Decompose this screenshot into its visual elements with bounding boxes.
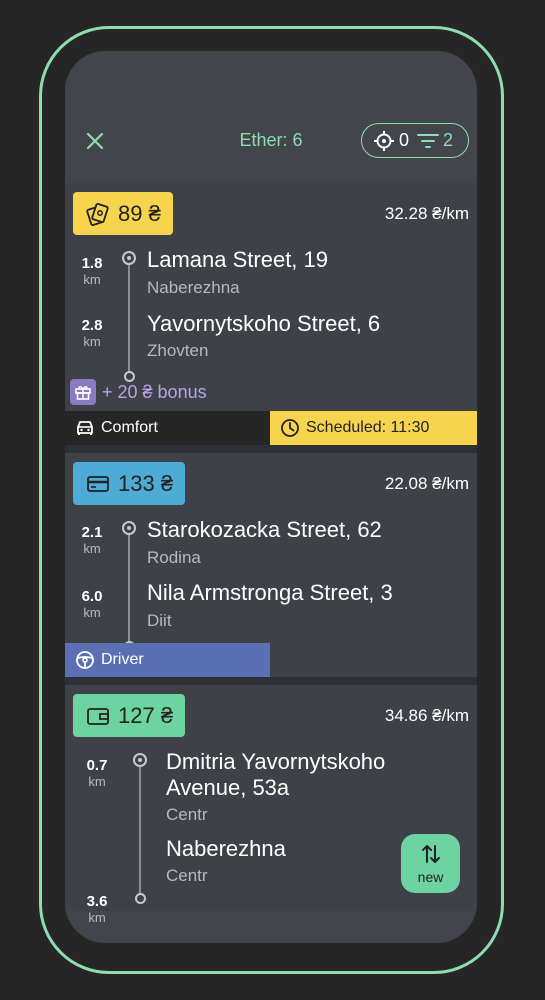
dropoff-distance: 6.0 km — [81, 588, 103, 620]
filter-pill[interactable]: 0 2 — [361, 123, 469, 158]
pickup-distance: 0.7 km — [86, 757, 108, 789]
app-screen: Ether: 6 0 2 89 ₴ 32.28 ₴/km 1.8 km 2.8 … — [65, 51, 477, 943]
new-orders-button[interactable]: new — [401, 834, 460, 893]
pickup-address: Lamana Street, 19 — [147, 247, 329, 272]
card-divider — [65, 677, 477, 685]
pickup-area: Naberezhna — [147, 278, 240, 297]
order-tags: Driver — [65, 643, 477, 677]
pickup-marker-icon — [133, 753, 147, 767]
dropoff-distance: 3.6 km — [86, 893, 108, 925]
rate-per-km: 34.86 ₴/km — [384, 706, 469, 725]
price-value: 89 ₴ — [118, 200, 161, 226]
filter-count: 2 — [443, 130, 454, 150]
route-line — [128, 533, 130, 645]
dropoff-address: Naberezhna — [166, 836, 286, 861]
class-tag: Comfort — [65, 411, 270, 445]
pickup-address: Dmitria Yavornytskoho Avenue, 53a — [166, 749, 385, 801]
price-badge: 133 ₴ — [73, 462, 186, 505]
price-value: 127 ₴ — [118, 702, 174, 728]
rate-per-km: 32.28 ₴/km — [384, 204, 469, 223]
scheduled-tag: Scheduled: 11:30 — [270, 411, 477, 445]
order-tags: Comfort Scheduled: 11:30 — [65, 411, 477, 445]
dropoff-address: Yavornytskoho Street, 6 — [147, 311, 381, 336]
dropoff-marker-icon — [134, 893, 146, 904]
dropoff-area: Zhovten — [147, 341, 209, 360]
pickup-marker-icon — [122, 251, 136, 265]
route-line — [128, 265, 130, 375]
steering-wheel-icon — [76, 651, 94, 669]
pickup-area: Rodina — [147, 548, 201, 567]
location-count: 0 — [399, 130, 410, 150]
header-bar: Ether: 6 0 2 — [65, 51, 477, 176]
wallet-icon — [87, 707, 109, 725]
pickup-marker-icon — [122, 521, 136, 535]
gift-icon — [70, 379, 96, 405]
order-card[interactable]: 127 ₴ 34.86 ₴/km 0.7 km 3.6 km Dmitria Y… — [65, 685, 477, 924]
dropoff-distance: 2.8 km — [81, 317, 103, 349]
pickup-address-line1: Dmitria Yavornytskoho — [166, 749, 386, 774]
price-badge: 89 ₴ — [73, 192, 173, 235]
location-target-icon — [374, 130, 394, 151]
clock-icon — [281, 419, 299, 437]
card-icon — [87, 475, 109, 492]
pickup-address-line2: Avenue, 53a — [166, 775, 290, 800]
order-card[interactable]: 133 ₴ 22.08 ₴/km 2.1 km 6.0 km Starokoza… — [65, 453, 477, 677]
swap-vertical-icon — [421, 844, 440, 863]
dropoff-area: Centr — [166, 866, 208, 885]
dropoff-address: Nila Armstronga Street, 3 — [147, 580, 393, 605]
new-button-label: new — [417, 868, 444, 885]
price-value: 133 ₴ — [118, 470, 174, 496]
pickup-address: Starokozacka Street, 62 — [147, 517, 382, 542]
car-icon — [77, 421, 93, 435]
pickup-area: Centr — [166, 805, 208, 824]
bonus-text: + 20 ₴ bonus — [102, 381, 207, 402]
dropoff-area: Diit — [147, 611, 172, 630]
rate-per-km: 22.08 ₴/km — [384, 474, 469, 493]
filter-icon — [417, 133, 440, 148]
class-tag: Driver — [65, 643, 270, 677]
card-divider — [65, 445, 477, 453]
bonus-label: + 20 ₴ bonus — [70, 379, 207, 405]
price-badge: 127 ₴ — [73, 694, 186, 737]
order-card[interactable]: 89 ₴ 32.28 ₴/km 1.8 km 2.8 km Lamana Str… — [65, 183, 477, 445]
pickup-distance: 2.1 km — [81, 524, 103, 556]
route-line — [139, 767, 141, 895]
cash-icon — [86, 202, 109, 226]
pickup-distance: 1.8 km — [81, 255, 103, 287]
